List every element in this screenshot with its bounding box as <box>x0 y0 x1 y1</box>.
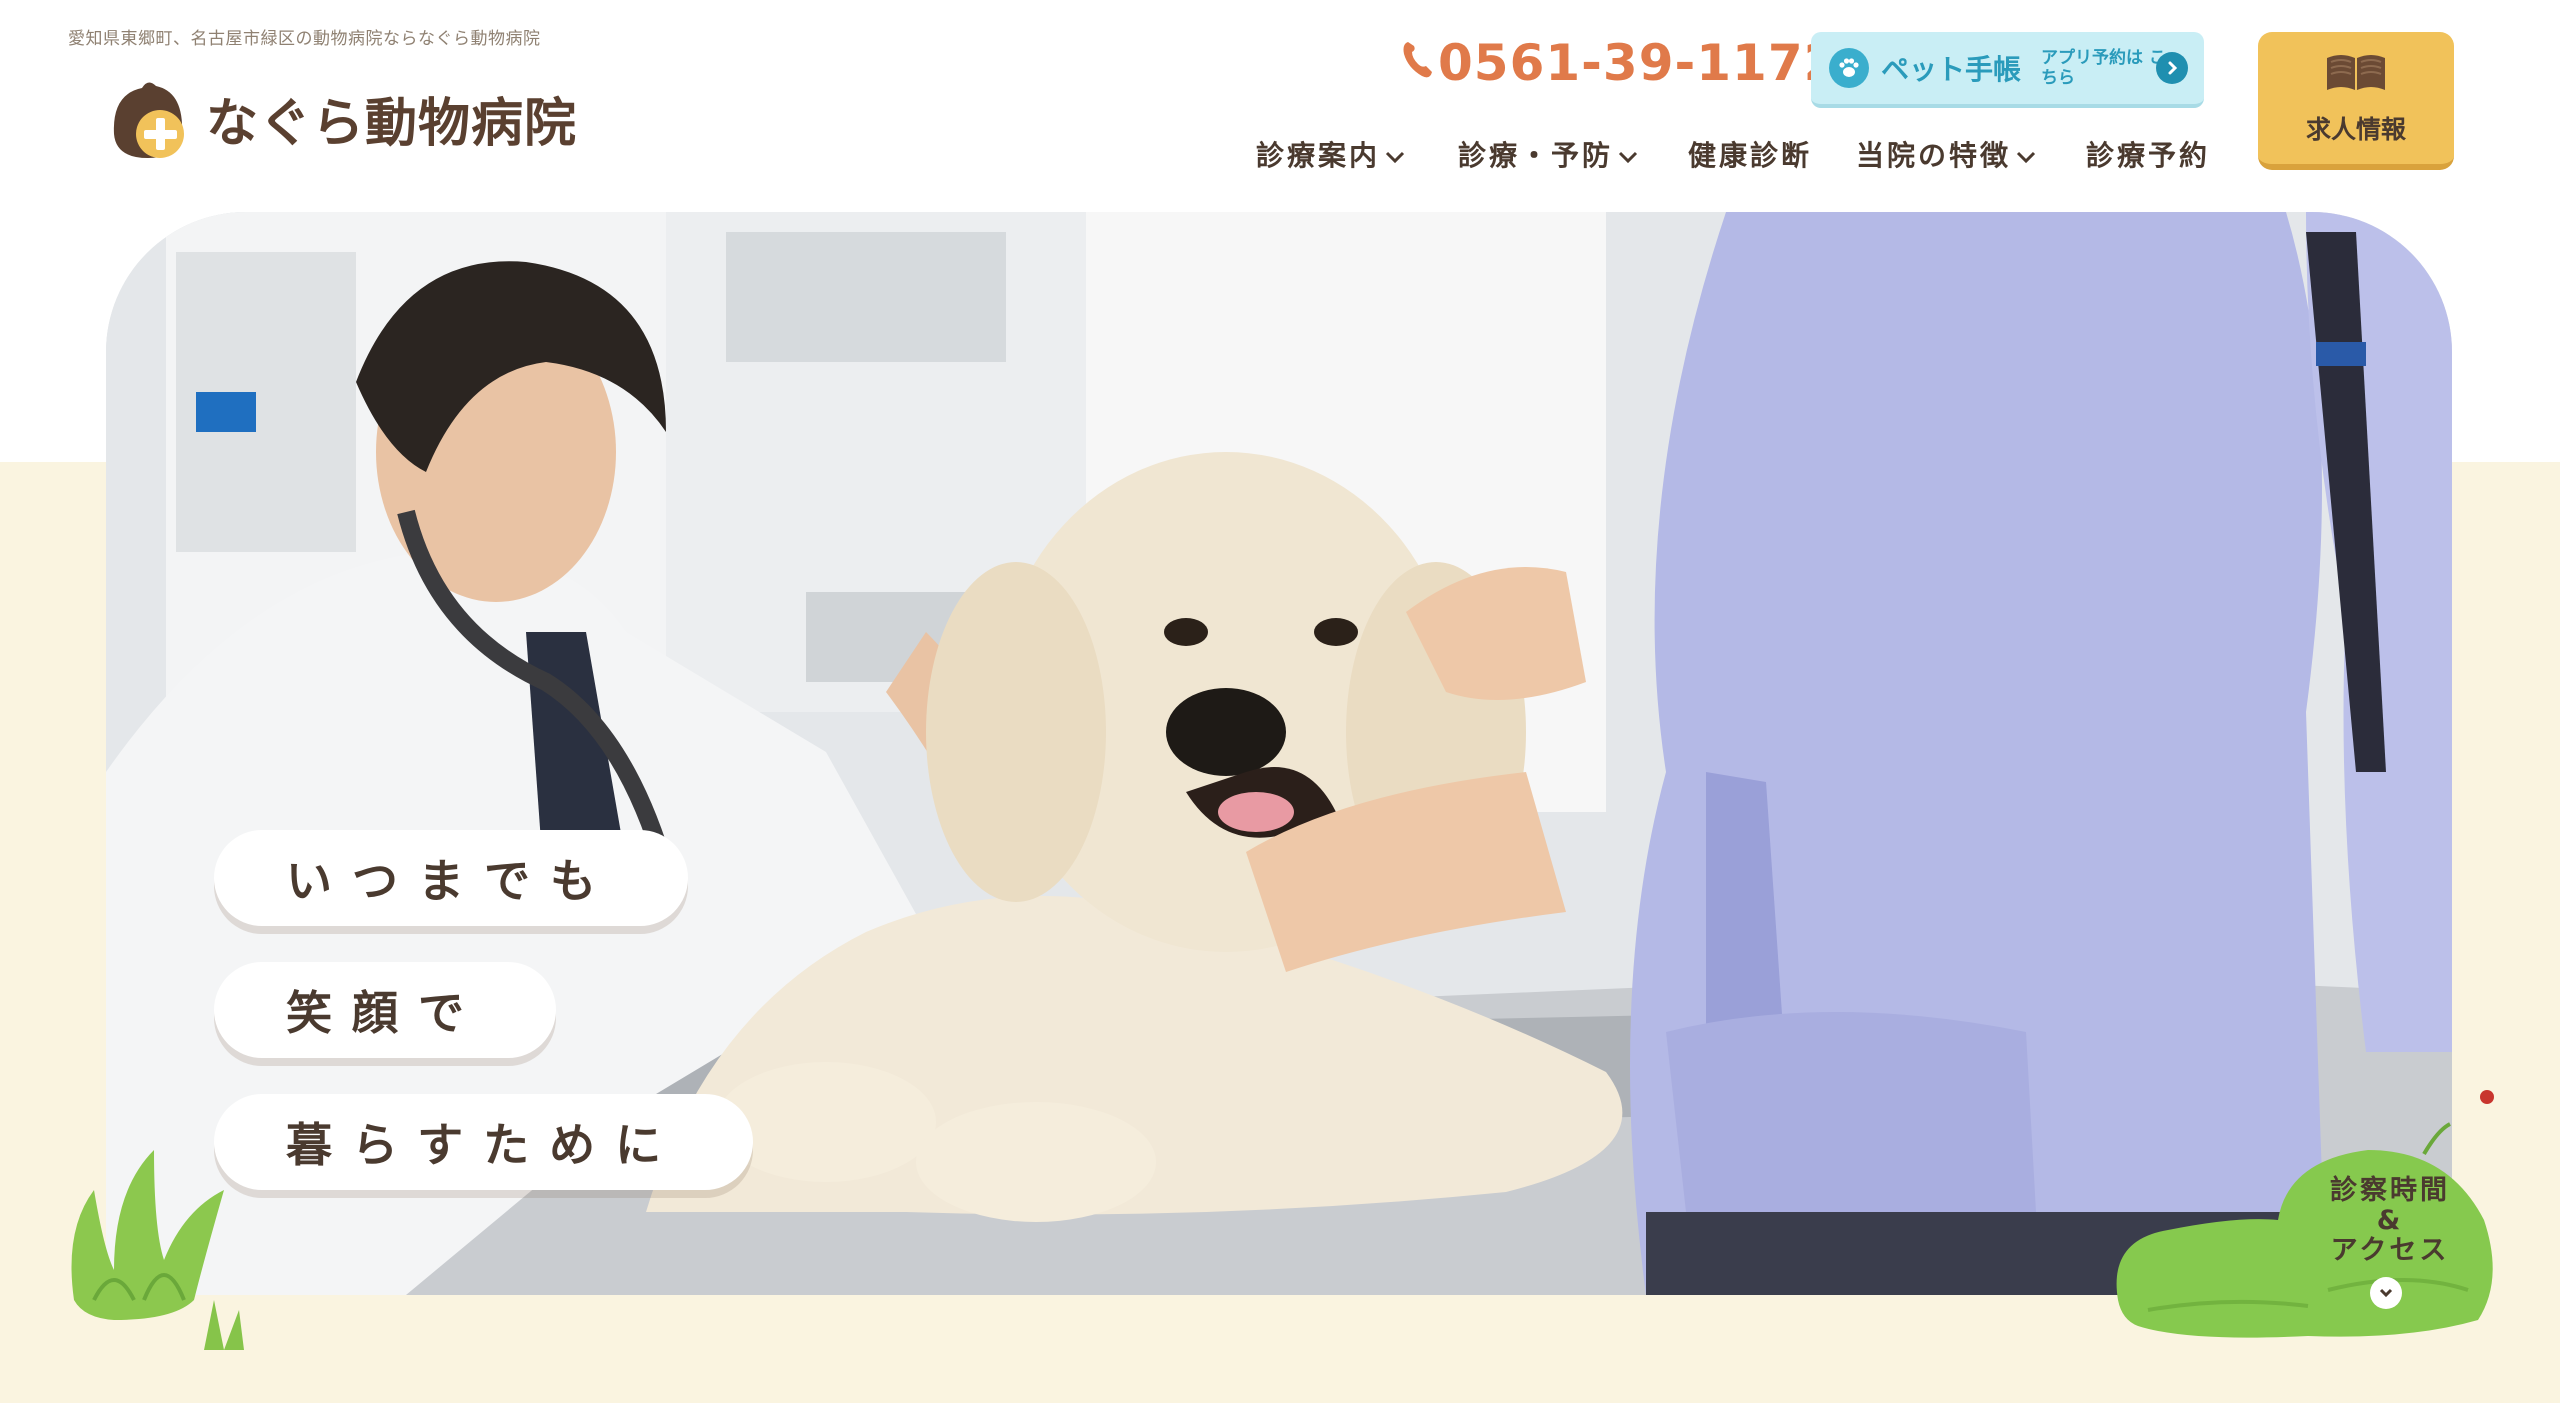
access-label-line1: 診察時間 <box>2330 1175 2450 1206</box>
chevron-down-icon[interactable] <box>2370 1277 2402 1309</box>
arrow-right-icon <box>2156 52 2188 84</box>
nav-item-reservation[interactable]: 診療予約 <box>2086 134 2210 174</box>
berry-icon <box>2480 1090 2494 1104</box>
hero-catch-line-2: 笑顔で <box>214 962 556 1058</box>
nav-item-features[interactable]: 当院の特徴 <box>1856 134 2037 174</box>
nav-item-treatment-info[interactable]: 診療案内 <box>1256 134 1406 174</box>
chevron-down-icon <box>1613 138 1639 171</box>
nav-item-health-check[interactable]: 健康診断 <box>1688 134 1812 174</box>
global-nav: 診療案内 診療・予防 健康診断 当院の特徴 診療予約 <box>0 134 2560 174</box>
access-label[interactable]: 診察時間 & アクセス <box>2320 1176 2460 1266</box>
book-icon <box>2323 50 2389 98</box>
phone-icon <box>1400 34 1438 92</box>
nav-item-treatment-prevention[interactable]: 診療・予防 <box>1458 134 1639 174</box>
site-tagline: 愛知県東郷町、名古屋市緑区の動物病院ならなぐら動物病院 <box>68 29 541 49</box>
nav-item-label: 診療・予防 <box>1458 139 1614 172</box>
chevron-down-icon <box>2011 138 2037 171</box>
access-label-line2: & <box>2376 1205 2404 1236</box>
access-label-line3: アクセス <box>2330 1235 2450 1266</box>
nav-item-label: 診療案内 <box>1256 139 1381 172</box>
hero-catch-line-1: いつまでも <box>214 830 688 926</box>
app-button-label: ペット手帳 <box>1881 53 2022 86</box>
phone-number-text: 0561-39-1172 <box>1438 34 1840 92</box>
pet-notebook-app-button[interactable]: ペット手帳 アプリ予約は こちら <box>1811 32 2204 108</box>
nav-item-label: 当院の特徴 <box>1856 139 2012 172</box>
phone-number[interactable]: 0561-39-1172 <box>1400 34 1839 92</box>
nav-item-label: 診療予約 <box>2086 139 2211 172</box>
chevron-down-icon <box>1380 138 1406 171</box>
nav-item-label: 健康診断 <box>1688 139 1813 172</box>
grass-decoration-icon <box>54 1150 274 1350</box>
hero-catch-line-3: 暮らすために <box>214 1094 754 1190</box>
paw-icon <box>1829 48 1869 88</box>
app-button-sub: アプリ予約は こちら <box>2041 48 2166 88</box>
